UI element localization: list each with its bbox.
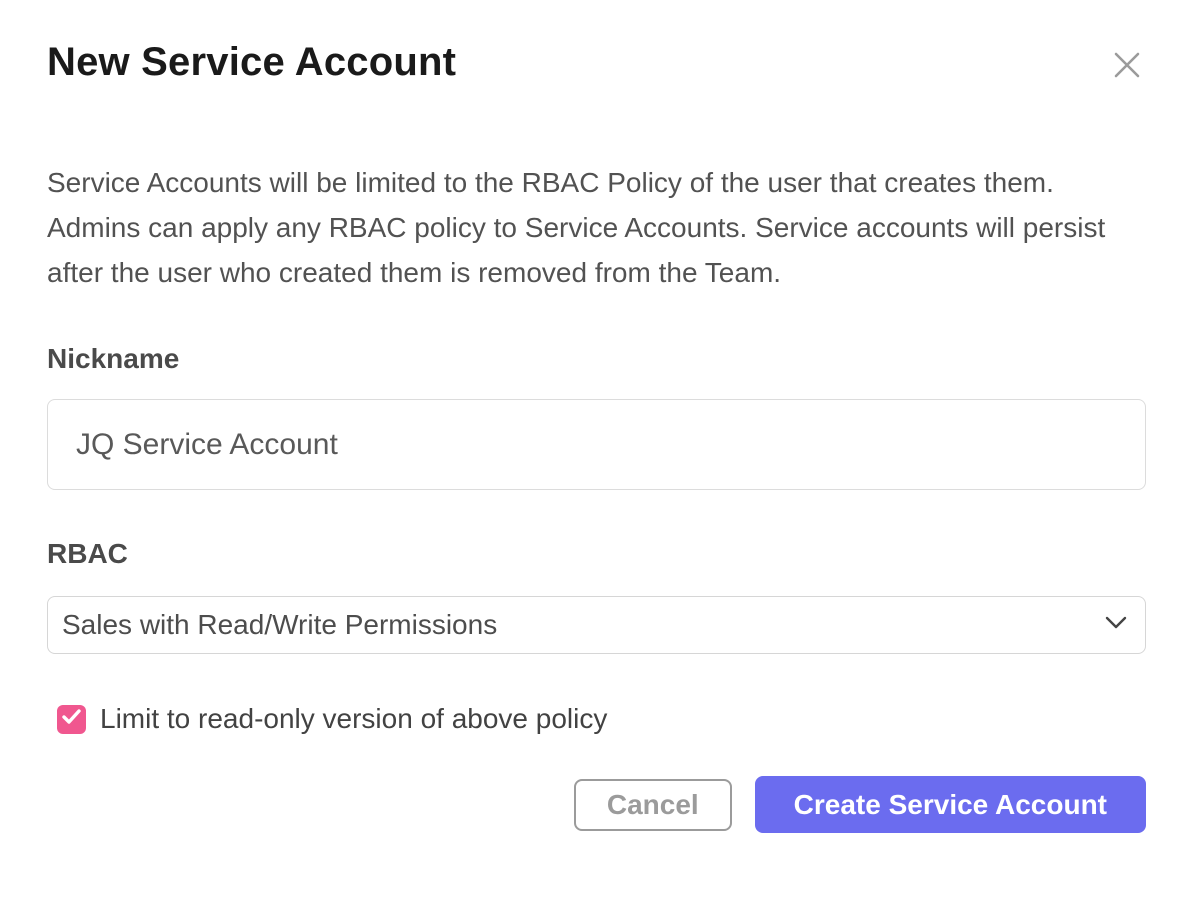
close-icon [1112,68,1142,83]
nickname-label: Nickname [47,343,1146,375]
nickname-input[interactable] [47,399,1146,490]
readonly-checkbox[interactable] [57,705,86,734]
readonly-checkbox-row[interactable]: Limit to read-only version of above poli… [57,703,1146,735]
rbac-label: RBAC [47,538,1146,570]
new-service-account-modal: New Service Account Service Accounts wil… [0,0,1190,904]
rbac-selected-value: Sales with Read/Write Permissions [62,609,497,641]
modal-description: Service Accounts will be limited to the … [47,160,1147,295]
create-service-account-button[interactable]: Create Service Account [755,776,1146,833]
readonly-checkbox-label: Limit to read-only version of above poli… [100,703,607,735]
chevron-down-icon [1105,616,1127,635]
modal-header: New Service Account [47,38,1146,86]
close-button[interactable] [1108,46,1146,84]
rbac-select[interactable]: Sales with Read/Write Permissions [47,596,1146,654]
checkmark-icon [62,709,81,729]
modal-footer: Cancel Create Service Account [47,776,1146,833]
cancel-button[interactable]: Cancel [574,779,732,831]
page-title: New Service Account [47,38,456,86]
